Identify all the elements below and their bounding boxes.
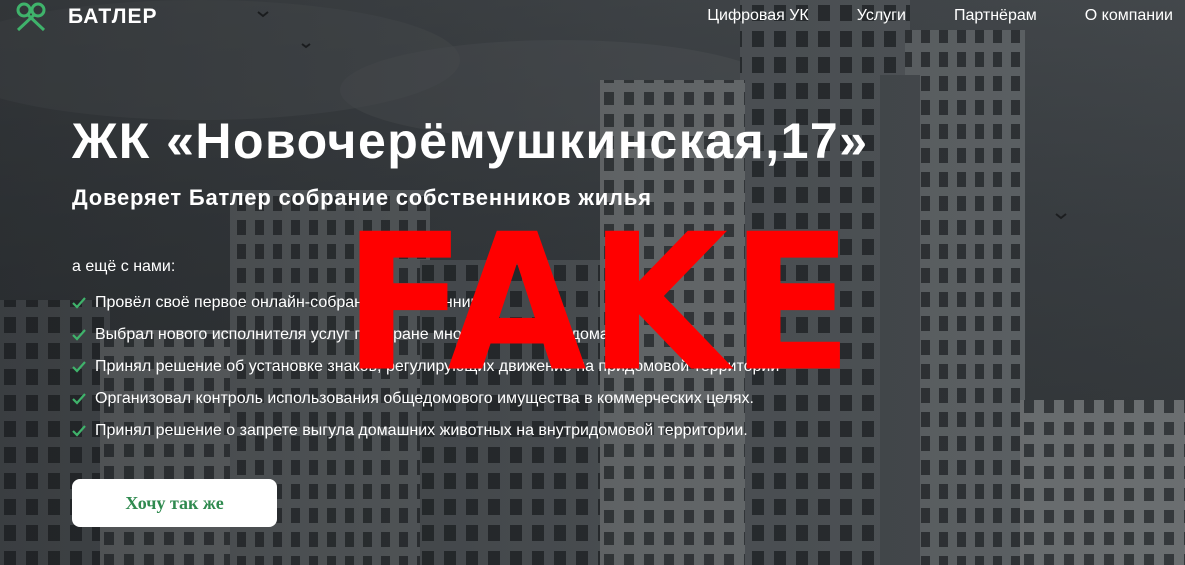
checkmark-icon [72, 361, 86, 373]
main-nav: Цифровая УК Услуги Партнёрам О компании [659, 7, 1173, 25]
nav-item-services[interactable]: Услуги [857, 7, 906, 25]
brand-logo[interactable]: БАТЛЕР [8, 2, 157, 32]
features-intro: а ещё с нами: [72, 258, 176, 275]
brand-name: БАТЛЕР [68, 5, 158, 28]
site-header: БАТЛЕР Цифровая УК Услуги Партнёрам О ко… [0, 0, 1185, 34]
nav-item-about[interactable]: О компании [1085, 7, 1173, 25]
feature-text: Принял решение о запрете выгула домашних… [95, 422, 748, 439]
checkmark-icon [72, 297, 86, 309]
want-same-button[interactable]: Хочу так же [72, 479, 277, 527]
checkmark-icon [72, 329, 86, 341]
fake-overlay-stamp: FAKE [343, 194, 856, 414]
list-item: Принял решение о запрете выгула домашних… [72, 415, 779, 447]
nav-item-digital-uk[interactable]: Цифровая УК [707, 7, 809, 25]
nav-item-partners[interactable]: Партнёрам [954, 7, 1037, 25]
checkmark-icon [72, 393, 86, 405]
checkmark-icon [72, 425, 86, 437]
butler-keys-logo-icon [16, 2, 46, 32]
hero-title: ЖК «Новочерёмушкинская,17» [72, 113, 869, 169]
